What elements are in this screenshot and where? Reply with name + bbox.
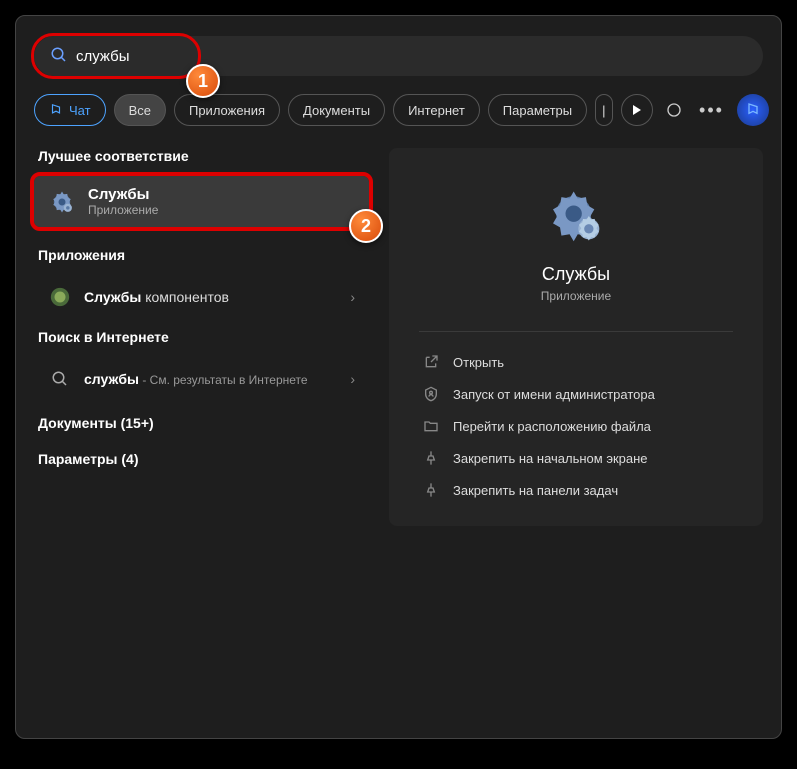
action-pin-start[interactable]: Закрепить на начальном экране (409, 442, 743, 474)
tab-parameters[interactable]: Параметры (488, 94, 587, 126)
folder-icon (423, 418, 439, 434)
component-services-icon (48, 285, 72, 309)
action-file-location[interactable]: Перейти к расположению файла (409, 410, 743, 442)
main-content: Лучшее соответствие Службы Приложение (34, 148, 763, 526)
separator (419, 331, 733, 332)
action-open[interactable]: Открыть (409, 346, 743, 378)
detail-panel: Службы Приложение Открыть Запуск от имен… (389, 148, 763, 526)
tab-all[interactable]: Все (114, 94, 166, 126)
best-match-subtitle: Приложение (88, 203, 158, 217)
bing-icon (745, 102, 761, 118)
best-match-text: Службы Приложение (88, 186, 158, 217)
pin-icon (423, 482, 439, 498)
search-input[interactable] (34, 36, 763, 76)
best-match-title: Службы (88, 186, 158, 203)
search-icon (50, 46, 68, 64)
circle-icon[interactable] (661, 97, 687, 123)
annotation-badge-2: 2 (349, 209, 383, 243)
tab-more-cut[interactable]: | (595, 94, 612, 126)
chevron-right-icon: › (350, 371, 355, 387)
top-right-icons: ••• (661, 94, 769, 126)
web-search-header: Поиск в Интернете (34, 329, 369, 345)
result-web-search[interactable]: службы - См. результаты в Интернете › (34, 357, 369, 401)
play-icon (632, 105, 642, 115)
action-pin-taskbar[interactable]: Закрепить на панели задач (409, 474, 743, 506)
annotation-badge-1: 1 (186, 64, 220, 98)
action-label: Запуск от имени администратора (453, 387, 655, 402)
search-bar-container: 1 (34, 36, 763, 76)
detail-subtitle: Приложение (409, 289, 743, 303)
chevron-right-icon: › (350, 289, 355, 305)
bing-button[interactable] (737, 94, 769, 126)
action-run-as-admin[interactable]: Запуск от имени администратора (409, 378, 743, 410)
documents-header[interactable]: Документы (15+) (34, 415, 369, 431)
admin-icon (423, 386, 439, 402)
result-text: службы - См. результаты в Интернете (84, 371, 338, 387)
result-component-services[interactable]: Службы компонентов › (34, 275, 369, 319)
tab-play[interactable] (621, 94, 653, 126)
detail-gear-icon (548, 188, 604, 244)
action-label: Открыть (453, 355, 504, 370)
more-icon[interactable]: ••• (699, 97, 725, 123)
detail-title: Службы (409, 264, 743, 285)
parameters-header[interactable]: Параметры (4) (34, 451, 369, 467)
search-window: 1 Чат Все Приложения Документы Интернет … (15, 15, 782, 739)
best-match-header: Лучшее соответствие (34, 148, 369, 164)
tab-chat-label: Чат (69, 103, 91, 118)
best-match-container: Службы Приложение 2 (34, 176, 369, 227)
search-result-icon (48, 367, 72, 391)
tab-documents[interactable]: Документы (288, 94, 385, 126)
bing-chat-icon (49, 103, 63, 117)
services-gear-icon (48, 188, 76, 216)
action-label: Закрепить на начальном экране (453, 451, 648, 466)
best-match-item[interactable]: Службы Приложение (34, 176, 369, 227)
apps-header: Приложения (34, 247, 369, 263)
open-icon (423, 354, 439, 370)
tab-internet[interactable]: Интернет (393, 94, 480, 126)
result-text: Службы компонентов (84, 289, 338, 305)
pin-icon (423, 450, 439, 466)
action-label: Закрепить на панели задач (453, 483, 618, 498)
tab-apps[interactable]: Приложения (174, 94, 280, 126)
action-label: Перейти к расположению файла (453, 419, 651, 434)
results-column: Лучшее соответствие Службы Приложение (34, 148, 369, 526)
filter-tabs: Чат Все Приложения Документы Интернет Па… (34, 94, 763, 126)
tab-chat[interactable]: Чат (34, 94, 106, 126)
